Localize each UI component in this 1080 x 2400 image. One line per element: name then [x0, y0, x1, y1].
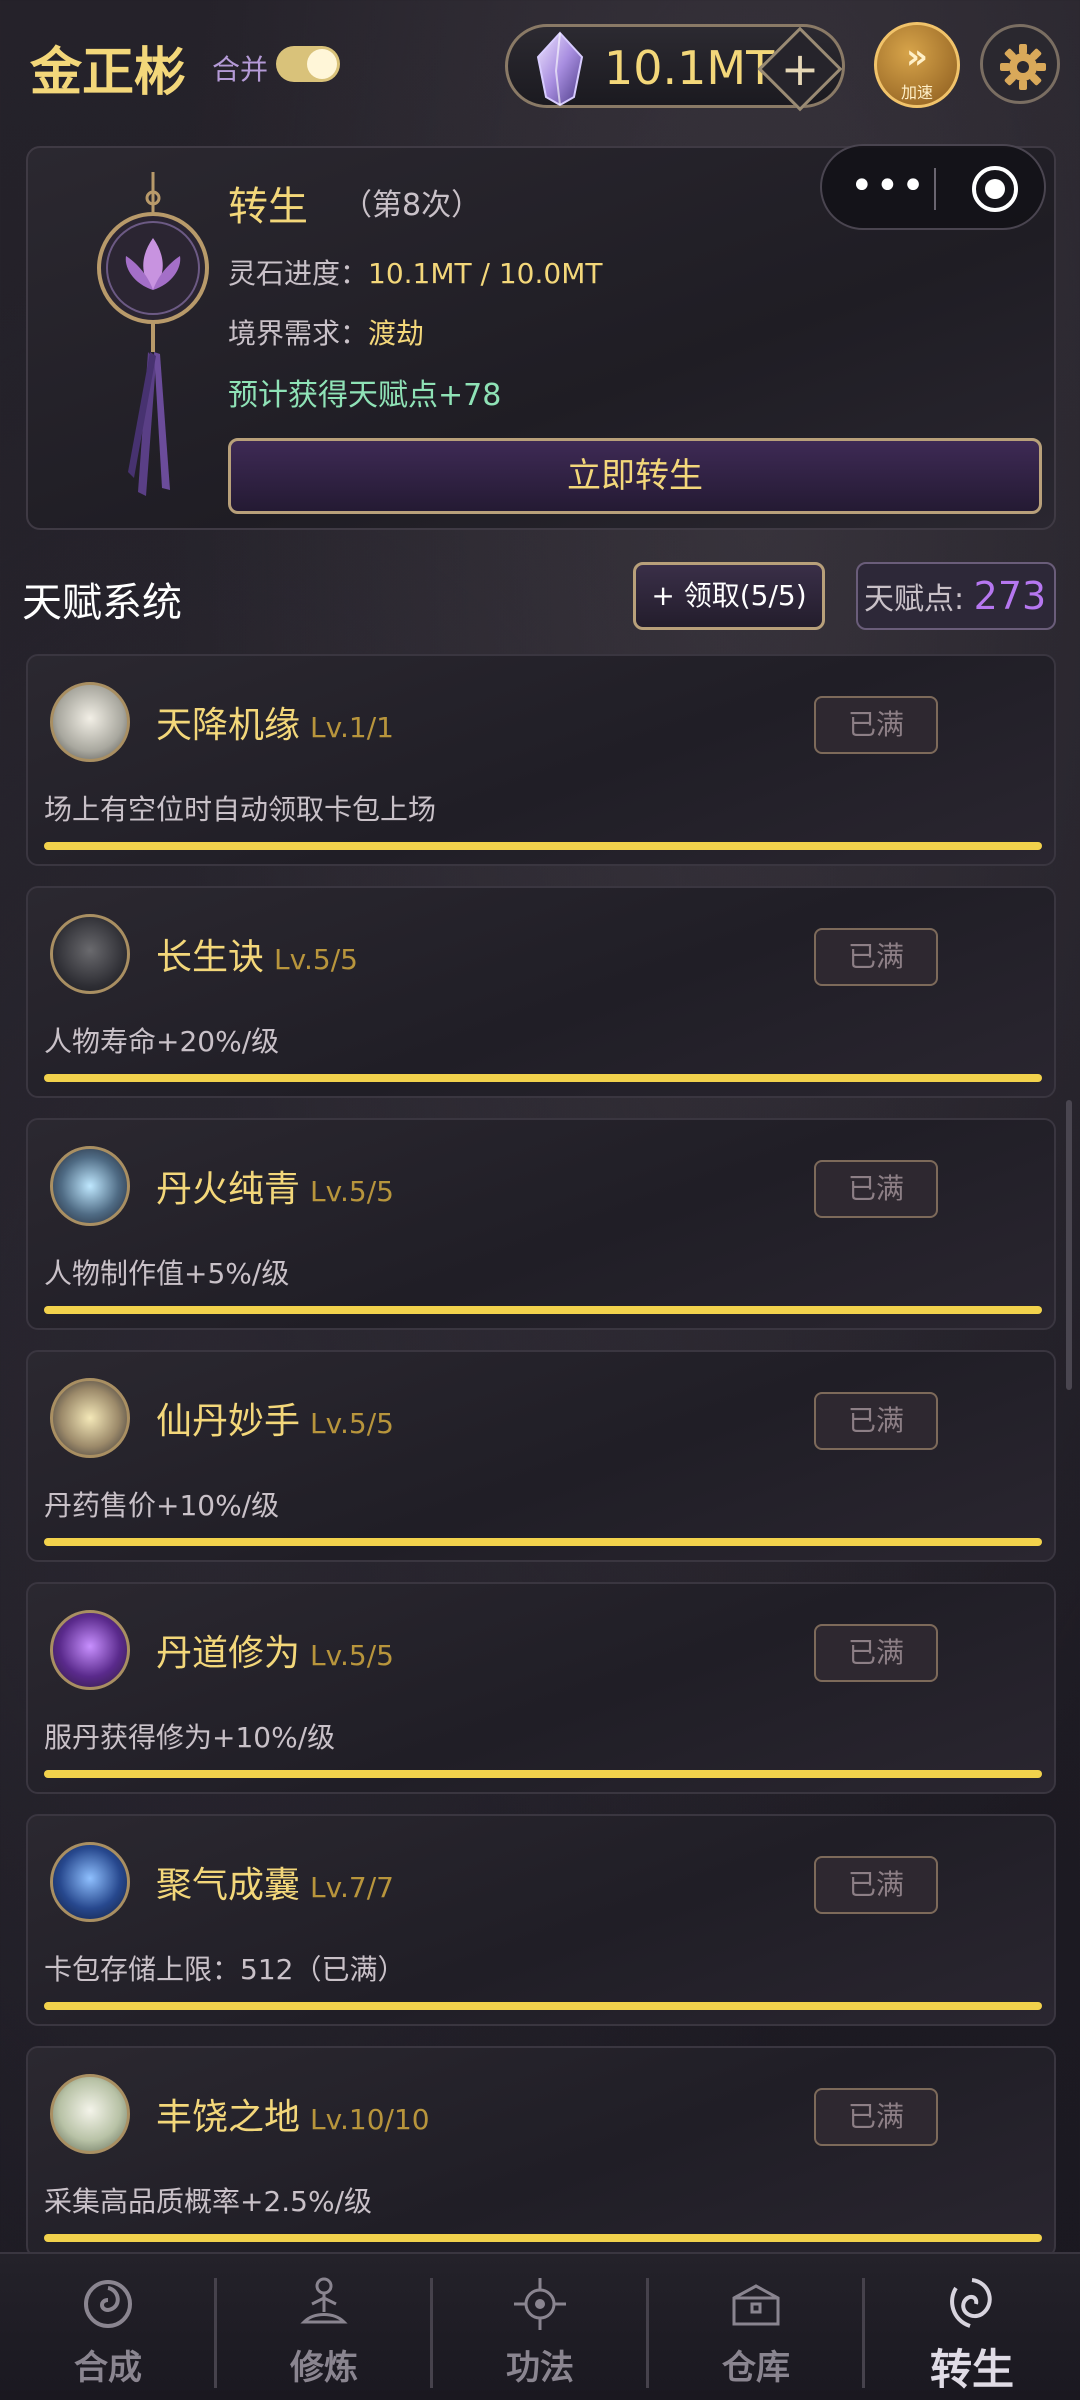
talent-name: 丹火纯青 Lv.5/5: [156, 1160, 394, 1212]
talent-card[interactable]: 丹火纯青 Lv.5/5 已满人物制作值+5%/级: [26, 1118, 1056, 1330]
talent-progress-fill: [44, 842, 1042, 850]
talent-icon: [50, 1146, 130, 1226]
talent-maxed-button[interactable]: 已满: [814, 696, 938, 754]
talent-progress-bar: [44, 842, 1042, 850]
talent-progress-fill: [44, 2234, 1042, 2242]
talent-name-text: 聚气成囊: [156, 1865, 301, 1906]
talent-card[interactable]: 长生诀 Lv.5/5 已满人物寿命+20%/级: [26, 886, 1056, 1098]
talent-progress-bar: [44, 1770, 1042, 1778]
meditation-icon: [300, 2277, 348, 2324]
nav-label: 修炼: [290, 2348, 358, 2388]
talent-description: 丹药售价+10%/级: [44, 1489, 280, 1522]
talent-name-text: 丹道修为: [156, 1633, 301, 1674]
emblem-icon: [514, 2278, 566, 2330]
talent-progress-fill: [44, 1306, 1042, 1314]
talent-level: Lv.5/5: [310, 1407, 394, 1440]
talent-name: 天降机缘 Lv.1/1: [156, 696, 394, 748]
talent-level: Lv.1/1: [310, 711, 394, 744]
talent-icon: [50, 1610, 130, 1690]
nav-label: 合成: [74, 2348, 142, 2388]
nav-label: 功法: [506, 2348, 574, 2388]
talent-card[interactable]: 天降机缘 Lv.1/1 已满场上有空位时自动领取卡包上场: [26, 654, 1056, 866]
talent-icon: [50, 1842, 130, 1922]
swirl-icon: [84, 2280, 132, 2328]
talent-icon: [50, 2074, 130, 2154]
talent-level: Lv.10/10: [310, 2103, 430, 2136]
talent-name-text: 丹火纯青: [156, 1169, 301, 1210]
talent-progress-fill: [44, 1074, 1042, 1082]
talent-level: Lv.5/5: [310, 1639, 394, 1672]
nav-item-cultivation[interactable]: 修炼: [216, 2254, 432, 2400]
nav-label: 仓库: [722, 2348, 790, 2388]
talent-level: Lv.5/5: [310, 1175, 394, 1208]
nav-item-techniques[interactable]: 功法: [432, 2254, 648, 2400]
bottom-nav: 合成 修炼 功法 仓库 转生: [0, 2252, 1080, 2400]
talent-description: 人物制作值+5%/级: [44, 1257, 290, 1290]
talent-progress-fill: [44, 1538, 1042, 1546]
chest-icon: [732, 2284, 780, 2326]
talent-description: 卡包存储上限：512（已满）: [44, 1953, 406, 1986]
nav-item-rebirth[interactable]: 转生: [864, 2254, 1080, 2400]
talent-name-text: 仙丹妙手: [156, 1401, 301, 1442]
nav-item-warehouse[interactable]: 仓库: [648, 2254, 864, 2400]
talent-card[interactable]: 丹道修为 Lv.5/5 已满服丹获得修为+10%/级: [26, 1582, 1056, 1794]
talent-maxed-button[interactable]: 已满: [814, 1856, 938, 1914]
talent-maxed-button[interactable]: 已满: [814, 1392, 938, 1450]
talent-name-text: 丰饶之地: [156, 2097, 301, 2138]
talent-description: 服丹获得修为+10%/级: [44, 1721, 336, 1754]
talent-name-text: 天降机缘: [156, 705, 301, 746]
nav-item-synthesis[interactable]: 合成: [0, 2254, 216, 2400]
vortex-icon: [950, 2278, 992, 2328]
talent-list: 天降机缘 Lv.1/1 已满 场上有空位时自动领取卡包上场 长生诀 Lv.5/5 已满 人物寿…: [0, 0, 1080, 2400]
talent-maxed-button[interactable]: 已满: [814, 2088, 938, 2146]
talent-progress-fill: [44, 1770, 1042, 1778]
talent-card[interactable]: 丰饶之地 Lv.10/10 已满采集高品质概率+2.5%/级: [26, 2046, 1056, 2258]
talent-progress-bar: [44, 1306, 1042, 1314]
talent-icon: [50, 1378, 130, 1458]
talent-description: 场上有空位时自动领取卡包上场: [44, 793, 437, 826]
talent-progress-bar: [44, 1074, 1042, 1082]
talent-maxed-button[interactable]: 已满: [814, 1160, 938, 1218]
talent-name: 仙丹妙手 Lv.5/5: [156, 1392, 394, 1444]
nav-label: 转生: [929, 2345, 1014, 2394]
talent-description: 采集高品质概率+2.5%/级: [44, 2185, 373, 2218]
talent-maxed-button[interactable]: 已满: [814, 1624, 938, 1682]
talent-icon: [50, 682, 130, 762]
talent-progress-bar: [44, 2002, 1042, 2010]
talent-name: 聚气成囊 Lv.7/7: [156, 1856, 394, 1908]
talent-card[interactable]: 聚气成囊 Lv.7/7 已满卡包存储上限：512（已满）: [26, 1814, 1056, 2026]
talent-icon: [50, 914, 130, 994]
talent-progress-bar: [44, 1538, 1042, 1546]
talent-name: 丰饶之地 Lv.10/10: [156, 2088, 430, 2140]
talent-progress-fill: [44, 2002, 1042, 2010]
talent-maxed-button[interactable]: 已满: [814, 928, 938, 986]
talent-name: 长生诀 Lv.5/5: [156, 928, 358, 980]
talent-level: Lv.7/7: [310, 1871, 394, 1904]
talent-card[interactable]: 仙丹妙手 Lv.5/5 已满丹药售价+10%/级: [26, 1350, 1056, 1562]
talent-level: Lv.5/5: [274, 943, 358, 976]
talent-description: 人物寿命+20%/级: [44, 1025, 280, 1058]
talent-name: 丹道修为 Lv.5/5: [156, 1624, 394, 1676]
talent-progress-bar: [44, 2234, 1042, 2242]
talent-name-text: 长生诀: [156, 937, 265, 978]
scrollbar[interactable]: [1066, 1100, 1072, 1390]
